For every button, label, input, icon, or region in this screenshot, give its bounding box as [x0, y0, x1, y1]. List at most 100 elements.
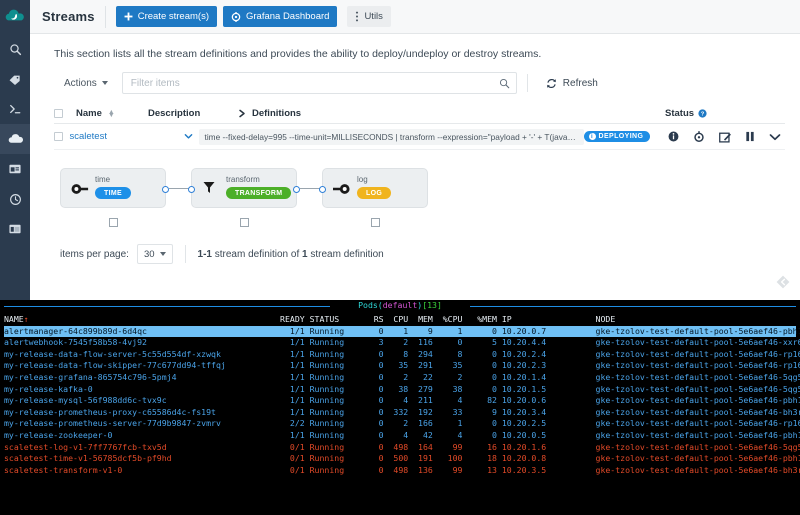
status-badge-label: DEPLOYING	[598, 133, 644, 140]
main-content: This section lists all the stream defini…	[30, 34, 800, 300]
column-header-definitions[interactable]: Definitions	[238, 108, 665, 119]
stream-name-link[interactable]: scaletest	[69, 131, 120, 142]
flow-node-input-port[interactable]	[319, 186, 326, 193]
clock-icon	[9, 193, 21, 205]
flow-node-input-port[interactable]	[188, 186, 195, 193]
column-definitions-label: Definitions	[252, 108, 302, 119]
flow-node-time[interactable]: time TIME	[60, 168, 169, 208]
sidebar-item-tasks[interactable]	[0, 154, 30, 184]
column-header-name[interactable]: Name ▲ ▼	[76, 108, 148, 119]
flow-node-transform[interactable]: transform TRANSFORM	[188, 168, 300, 208]
pagination-summary: 1-1 stream definition of 1 stream defini…	[198, 249, 384, 260]
status-badge: i DEPLOYING	[583, 131, 651, 142]
grafana-dashboard-label: Grafana Dashboard	[245, 11, 330, 22]
flow-node-pill: TIME	[95, 187, 131, 199]
terminal-pod-row[interactable]: scaletest-time-v1-56785dcf5b-pf9hd 0/1 R…	[4, 453, 800, 465]
terminal-title-bar: Pods(default)[13]	[0, 300, 800, 313]
tag-icon	[9, 75, 20, 85]
flow-node-toggle-2[interactable]	[240, 218, 249, 227]
flow-node-toggle-3[interactable]	[371, 218, 380, 227]
collapse-icon[interactable]	[776, 275, 790, 294]
terminal-pod-row[interactable]: my-release-zookeeper-0 1/1 Running 0 4 4…	[4, 430, 800, 442]
terminal-pod-row[interactable]: scaletest-transform-v1-0 0/1 Running 0 4…	[4, 465, 800, 477]
sidebar-item-search[interactable]	[0, 34, 30, 64]
info-icon[interactable]	[668, 131, 679, 142]
chevron-right-icon	[239, 109, 245, 118]
flow-node-log[interactable]: log LOG	[319, 168, 428, 208]
refresh-label: Refresh	[562, 77, 598, 89]
column-header-description: Description	[148, 108, 201, 119]
pause-icon[interactable]	[745, 131, 755, 142]
vertical-dots-icon	[356, 11, 359, 22]
select-all-checkbox[interactable]	[54, 109, 76, 118]
terminal-title-namespace: default	[382, 300, 418, 310]
terminal-pod-row[interactable]: alertmanager-64c899b89d-6d4qc 1/1 Runnin…	[4, 325, 800, 338]
page-size-select[interactable]: 30	[136, 244, 173, 264]
sidebar-item-shell[interactable]	[0, 94, 30, 124]
filter-icon	[203, 181, 215, 199]
refresh-button[interactable]: Refresh	[538, 72, 606, 94]
flow-node-output-port[interactable]	[162, 186, 169, 193]
gear-icon	[231, 11, 241, 22]
actions-dropdown[interactable]: Actions	[54, 72, 118, 94]
table-header-row: Name ▲ ▼ Description Definitions Status ?	[54, 104, 785, 124]
chevron-down-icon[interactable]	[769, 133, 781, 141]
utils-button[interactable]: Utils	[347, 6, 391, 27]
filter-divider	[526, 74, 528, 92]
chevron-down-icon	[101, 81, 108, 85]
column-status-label: Status	[665, 108, 695, 119]
app-logo[interactable]	[0, 0, 30, 34]
section-description: This section lists all the stream defini…	[54, 48, 542, 60]
filter-input[interactable]	[121, 72, 517, 94]
pagination-range-unit: stream definition of	[214, 248, 300, 260]
edit-icon[interactable]	[719, 131, 731, 143]
stream-definition-text: time --fixed-delay=995 --time-unit=MILLI…	[198, 128, 584, 145]
pager-divider	[184, 245, 186, 263]
terminal-pod-row[interactable]: my-release-prometheus-proxy-c65586d4c-fs…	[4, 407, 800, 419]
terminal-icon	[10, 104, 21, 114]
grafana-dashboard-button[interactable]: Grafana Dashboard	[222, 6, 338, 27]
pagination-range: 1-1	[197, 248, 212, 260]
window-icon	[9, 164, 21, 174]
terminal-pod-row[interactable]: my-release-prometheus-server-77d9b9847-z…	[4, 418, 800, 430]
terminal-pod-row[interactable]: alertwebhook-7545f58b58-4vj92 1/1 Runnin…	[4, 337, 800, 349]
sidebar-item-apps[interactable]	[0, 64, 30, 94]
help-circle-icon[interactable]: ?	[698, 109, 707, 118]
stream-status-cell: i DEPLOYING	[583, 131, 668, 142]
terminal-panel[interactable]: Pods(default)[13] NAME↑ READY STATUS RS …	[0, 300, 800, 515]
plus-icon	[124, 12, 133, 21]
table-row[interactable]: scaletest time --fixed-delay=995 --time-…	[54, 124, 785, 150]
flow-node-output-port[interactable]	[293, 186, 300, 193]
sort-icon: ▲ ▼	[107, 108, 115, 119]
terminal-pod-row[interactable]: my-release-grafana-865754c796-5pmj4 1/1 …	[4, 372, 800, 384]
browser-icon	[9, 224, 21, 234]
gear-icon[interactable]	[693, 130, 705, 143]
svg-text:?: ?	[701, 112, 705, 118]
terminal-pod-table: NAME↑ READY STATUS RS CPU MEM %CPU %MEM …	[0, 313, 800, 476]
sidebar-item-dashboard[interactable]	[0, 214, 30, 244]
flow-node-pill: TRANSFORM	[226, 187, 292, 199]
flow-node-label: log	[357, 175, 368, 184]
actions-label: Actions	[64, 77, 97, 89]
sidebar-item-jobs[interactable]	[0, 184, 30, 214]
terminal-pod-row[interactable]: my-release-kafka-0 1/1 Running 0 38 279 …	[4, 384, 800, 396]
row-checkbox[interactable]	[54, 132, 69, 141]
chevron-down-icon[interactable]	[184, 132, 193, 142]
terminal-pod-row[interactable]: my-release-mysql-56f988dd6c-tvx9c 1/1 Ru…	[4, 395, 800, 407]
terminal-pod-row[interactable]: my-release-data-flow-skipper-77c677dd94-…	[4, 360, 800, 372]
terminal-pod-row[interactable]: my-release-data-flow-server-5c55d554df-x…	[4, 349, 800, 361]
sink-port-icon	[333, 182, 351, 200]
terminal-title: Pods(default)[13]	[354, 300, 446, 312]
create-stream-button[interactable]: Create stream(s)	[115, 6, 217, 27]
terminal-pod-row[interactable]: scaletest-log-v1-7ff7767fcb-txv5d 0/1 Ru…	[4, 442, 800, 454]
source-port-icon	[71, 182, 89, 200]
sidebar-item-streams[interactable]	[0, 124, 30, 154]
page-title: Streams	[42, 9, 95, 24]
create-stream-label: Create stream(s)	[137, 11, 209, 22]
filter-input-wrapper	[121, 72, 517, 94]
search-icon	[499, 76, 510, 94]
column-header-status: Status ?	[665, 108, 785, 119]
pagination-bar: items per page: 30 1-1 stream definition…	[60, 244, 788, 264]
flow-node-toggle-1[interactable]	[109, 218, 118, 227]
filter-toolbar: Actions Ref	[54, 72, 788, 94]
